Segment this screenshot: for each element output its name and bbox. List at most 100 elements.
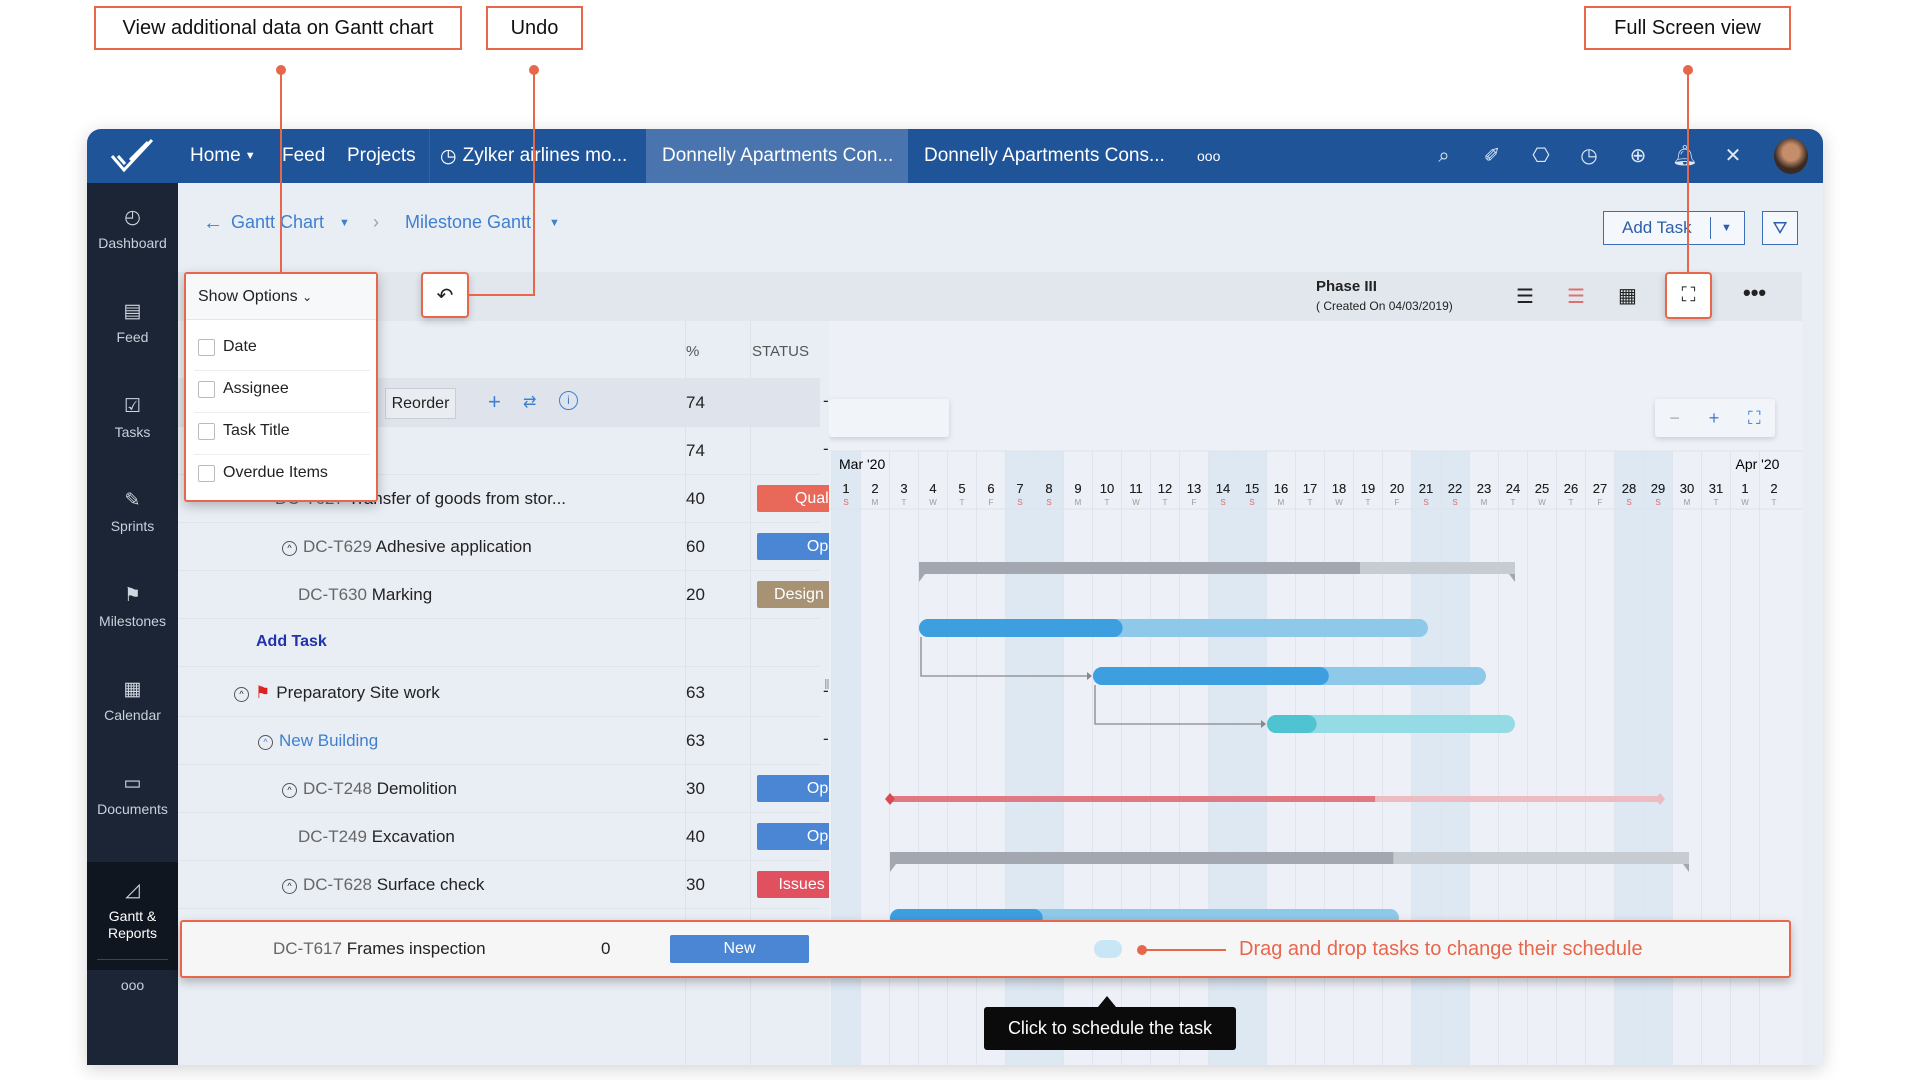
nav-feed[interactable]: Feed	[282, 129, 325, 183]
task-name[interactable]: DC-T249 Excavation	[298, 827, 455, 847]
add-task-row[interactable]: Add Task	[178, 619, 820, 667]
status-badge[interactable]: New	[670, 935, 809, 963]
full-screen-button[interactable]: ⛶	[1665, 272, 1712, 319]
nav-home-label: Home	[190, 145, 241, 166]
highlighted-task-row[interactable]: DC-T617 Frames inspection 0 New Drag and…	[180, 920, 1791, 978]
sidebar-item-feed[interactable]: ▤ Feed	[87, 283, 178, 377]
gamepad-icon[interactable]: ⎔	[1528, 143, 1554, 169]
table-row[interactable]: ^ DC-T628 Surface check 30 Issues Found	[178, 861, 896, 909]
avatar[interactable]	[1774, 138, 1808, 174]
dashboard-icon: ◴	[124, 207, 141, 228]
nav-projects[interactable]: Projects	[347, 129, 416, 183]
milestone-bar-progress[interactable]	[890, 796, 1376, 802]
zoom-in-button[interactable]: +	[1709, 408, 1720, 429]
bars-view-icon[interactable]: ☰	[1516, 284, 1534, 309]
reorder-button[interactable]: Reorder	[385, 388, 456, 419]
sidebar-item-dashboard[interactable]: ◴ Dashboard	[87, 189, 178, 283]
day-label: 22	[1448, 481, 1462, 496]
collapse-icon[interactable]: ^	[258, 735, 273, 750]
collapse-icon[interactable]: ^	[282, 783, 297, 798]
task-id: DC-T249	[298, 827, 367, 846]
critical-path-icon[interactable]: ☰	[1567, 284, 1585, 309]
app-logo[interactable]	[87, 129, 178, 183]
day-label: 3	[900, 481, 907, 496]
tools-icon[interactable]: ✕	[1720, 143, 1746, 169]
sidebar-more-button[interactable]: ooo	[87, 977, 178, 993]
tab-donnelly[interactable]: Donnelly Apartments Cons...	[908, 129, 1190, 183]
sidebar-item-tasks[interactable]: ☑ Tasks	[87, 378, 178, 472]
bug-icon[interactable]: ✐	[1479, 143, 1505, 169]
summary-bar-progress[interactable]	[890, 852, 1394, 864]
unscheduled-task-bar[interactable]	[1094, 940, 1122, 958]
tab-label: Zylker airlines mo...	[462, 145, 628, 166]
splitter-handle[interactable]: ‖	[824, 676, 830, 692]
table-row[interactable]: DC-T249 Excavation 40 Open	[178, 813, 896, 861]
table-row[interactable]: ^ ⚑ Preparatory Site work 63-	[178, 669, 829, 717]
more-options-icon[interactable]: •••	[1743, 280, 1766, 306]
option-label: Assignee	[223, 380, 289, 397]
sidebar-item-label: Sprints	[110, 518, 155, 535]
collapse-icon[interactable]: ^	[234, 687, 249, 702]
table-row[interactable]: ^ New Building 63 -	[178, 717, 829, 765]
sidebar-item-gantt[interactable]: ◿ Gantt & Reports	[87, 861, 178, 970]
info-icon[interactable]: i	[559, 391, 578, 410]
caret-down-icon[interactable]: ▼	[1710, 217, 1732, 239]
task-id: DC-T628	[303, 875, 372, 894]
back-arrow-icon[interactable]: ←	[203, 212, 223, 235]
breadcrumb-milestone-gantt[interactable]: Milestone Gantt	[405, 212, 531, 233]
show-options-button[interactable]: Show Options ⌄	[186, 274, 376, 320]
checkbox[interactable]	[198, 422, 215, 440]
option-assignee[interactable]: Assignee	[198, 380, 289, 398]
collapse-icon[interactable]: ^	[282, 541, 297, 556]
task-bar-progress[interactable]	[1267, 715, 1317, 733]
day-label: 10	[1100, 481, 1114, 496]
table-row[interactable]: ^ DC-T629 Adhesive application 60 Open	[178, 523, 896, 571]
bell-icon[interactable]: 🔔︎	[1672, 143, 1698, 169]
checkbox[interactable]	[198, 464, 215, 482]
task-bar-progress[interactable]	[1093, 667, 1329, 685]
more-tabs-button[interactable]: ooo	[1197, 129, 1220, 183]
checkbox[interactable]	[198, 380, 215, 398]
task-name[interactable]: DC-T630 Marking	[298, 585, 432, 605]
milestones-icon: ⚑	[123, 584, 142, 606]
option-task-title[interactable]: Task Title	[198, 422, 290, 440]
fit-screen-icon[interactable]: ⛶	[1748, 408, 1761, 429]
collapse-icon[interactable]: ^	[282, 879, 297, 894]
caret-down-icon[interactable]: ▼	[549, 217, 560, 229]
nav-home[interactable]: Home ▼	[190, 129, 256, 183]
checkbox[interactable]	[198, 338, 215, 356]
task-name[interactable]: ^ DC-T629 Adhesive application	[282, 537, 532, 557]
add-circle-icon[interactable]: ⊕	[1625, 143, 1651, 169]
option-overdue-items[interactable]: Overdue Items	[198, 464, 328, 482]
calendar-chart-icon[interactable]: ▦	[1618, 283, 1637, 308]
task-bar-progress[interactable]	[919, 619, 1123, 637]
breadcrumb-gantt-chart[interactable]: Gantt Chart	[231, 212, 324, 233]
search-icon[interactable]: ⌕	[1431, 143, 1457, 169]
link-icon[interactable]: ⇄	[523, 392, 536, 412]
tab-zylker[interactable]: ◷ Zylker airlines mo...	[429, 129, 646, 183]
alarm-icon[interactable]: ◷	[1576, 143, 1602, 169]
option-date[interactable]: Date	[198, 338, 257, 356]
tab-donnelly-active[interactable]: Donnelly Apartments Con...	[646, 129, 908, 183]
task-name[interactable]: ^ DC-T248 Demolition	[282, 779, 457, 799]
day-label: 19	[1361, 481, 1375, 496]
sidebar-item-documents[interactable]: ▭ Documents	[87, 755, 178, 849]
undo-button[interactable]: ↶	[421, 272, 469, 318]
table-row[interactable]: ^ DC-T248 Demolition 30 Open	[178, 765, 896, 813]
add-task-link[interactable]: Add Task	[256, 633, 327, 651]
summary-bar-progress[interactable]	[919, 562, 1361, 574]
sidebar-item-calendar[interactable]: ▦ Calendar	[87, 661, 178, 755]
task-name[interactable]: ^ ⚑ Preparatory Site work	[234, 683, 440, 703]
zoom-out-button[interactable]: −	[1669, 408, 1680, 429]
table-row[interactable]: DC-T630 Marking 20 Design Rese...	[178, 571, 896, 619]
caret-down-icon[interactable]: ▼	[339, 217, 350, 229]
add-icon[interactable]: +	[488, 389, 501, 415]
task-name[interactable]: ^ New Building	[258, 731, 378, 751]
sidebar-item-milestones[interactable]: ⚑ Milestones	[87, 567, 178, 661]
task-name[interactable]: ^ DC-T628 Surface check	[282, 875, 484, 895]
add-task-button[interactable]: Add Task ▼	[1603, 211, 1745, 245]
filter-icon[interactable]: ⛛	[1762, 211, 1798, 245]
weekday-label: S	[1249, 498, 1254, 507]
sidebar-item-sprints[interactable]: ✎ Sprints	[87, 472, 178, 566]
task-percent: 60	[686, 537, 705, 556]
